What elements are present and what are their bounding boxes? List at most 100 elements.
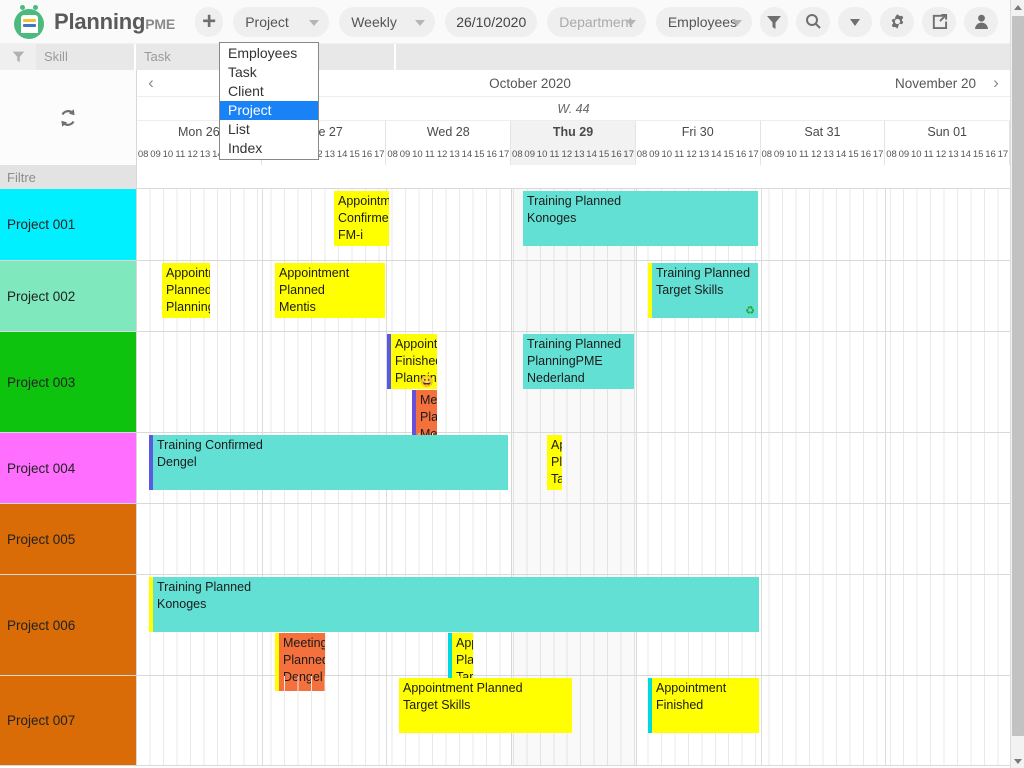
view-type-select[interactable]: Project: [233, 6, 330, 37]
row-label-2[interactable]: Project 003: [0, 332, 137, 432]
row-label-1[interactable]: Project 002: [0, 261, 137, 331]
add-button[interactable]: +: [195, 6, 224, 37]
scroll-down-arrow-icon[interactable]: [1011, 754, 1024, 768]
gear-icon: [891, 14, 903, 29]
event-text-line: Appointment: [395, 337, 437, 351]
event-text-line: Meeting: [283, 636, 325, 650]
event-text-line: Appointment: [551, 438, 562, 452]
event-text-line: Training Planned: [157, 580, 252, 594]
view-type-option-index[interactable]: Index: [220, 139, 318, 158]
department-select[interactable]: Department: [547, 6, 646, 37]
event-block[interactable]: Appointment Finished: [648, 678, 759, 733]
vertical-scrollbar[interactable]: [1010, 0, 1024, 768]
event-block[interactable]: Appointment Planned Mentis: [275, 263, 385, 318]
event-block[interactable]: Appointment Confirmed FM-i: [334, 191, 389, 246]
event-text-line: Nederland: [527, 371, 585, 385]
day-header-2[interactable]: Wed 28: [386, 121, 512, 143]
day-header-4[interactable]: Fri 30: [635, 121, 761, 143]
hour-cell: 12: [935, 148, 947, 160]
search-button[interactable]: [796, 6, 830, 37]
day-separator: [885, 433, 887, 503]
event-text-line: Planned: [279, 283, 325, 297]
day-header-3[interactable]: Thu 29: [511, 121, 636, 143]
prev-period-button[interactable]: ‹: [137, 70, 165, 97]
hour-cell: 13: [573, 148, 585, 160]
row-label-3[interactable]: Project 004: [0, 433, 137, 503]
skill-filter-placeholder: Skill: [44, 49, 68, 64]
event-block[interactable]: Training Planned Konoges: [523, 191, 758, 246]
event-block[interactable]: Appointment Planned Target Skills: [399, 678, 572, 733]
day-header-6[interactable]: Sun 01: [885, 121, 1011, 143]
day-header-5[interactable]: Sat 31: [760, 121, 886, 143]
view-type-dropdown[interactable]: Employees Task Client Project List Index: [219, 42, 319, 160]
week-number-label: W. 44: [557, 101, 590, 116]
row-track[interactable]: AppointmentPlannedPlanningCanada Appointm…: [137, 261, 1010, 331]
app-logo[interactable]: PlanningPME: [14, 4, 176, 39]
event-text-line: Appointment: [656, 681, 727, 695]
row-label-4[interactable]: Project 005: [0, 504, 137, 574]
row-track[interactable]: AppointmentFinishedPlanningCanada😀Meetin…: [137, 332, 1010, 448]
hour-cell: 13: [698, 148, 710, 160]
employees-select[interactable]: Employees: [655, 6, 752, 37]
hour-cell: 17: [623, 148, 634, 160]
refresh-panel[interactable]: [0, 70, 137, 165]
row-label-0[interactable]: Project 001: [0, 189, 137, 260]
day-separator: [760, 504, 762, 574]
settings-button[interactable]: [880, 6, 914, 37]
date-input[interactable]: 26/10/2020: [445, 6, 538, 37]
event-block[interactable]: AppointmentFinishedPlanningCanada😀: [387, 334, 437, 389]
row-track[interactable]: Training Confirmed Dengel Appointment Plann…: [137, 433, 1010, 503]
row-track[interactable]: Appointment Confirmed FM-i Training Planned…: [137, 189, 1010, 260]
event-text-line: Target Skills: [403, 698, 471, 712]
event-status-bar: [149, 577, 153, 632]
planning-row: Project 001 Appointment Confirmed FM-i Train…: [0, 189, 1010, 261]
date-value: 26/10/2020: [456, 13, 527, 30]
event-block[interactable]: Training Confirmed Dengel: [149, 435, 508, 490]
app-title-sub: PME: [145, 15, 176, 32]
hour-cell: 15: [848, 148, 859, 160]
hour-cell: 14: [586, 148, 597, 160]
more-menu-button[interactable]: [838, 6, 872, 37]
hour-cell: 16: [361, 148, 373, 160]
row-track[interactable]: [137, 504, 1010, 574]
event-block[interactable]: Appointment Planned Target Skills: [547, 435, 562, 490]
search-icon: [805, 14, 821, 29]
view-type-option-client[interactable]: Client: [220, 82, 318, 101]
event-block[interactable]: Training Planned Konoges: [149, 577, 759, 632]
event-block[interactable]: Training Planned Target Skills ♻: [648, 263, 758, 318]
hour-cell: 11: [549, 148, 560, 160]
event-block[interactable]: Training Planned PlanningPME Nederland: [523, 334, 634, 389]
hour-cell: 09: [399, 148, 411, 160]
chevron-down-icon: [309, 19, 320, 26]
planning-grid[interactable]: Project 001 Appointment Confirmed FM-i Train…: [0, 189, 1010, 768]
filter-bar-funnel-button[interactable]: [0, 43, 36, 70]
skill-filter-input[interactable]: Skill: [36, 43, 136, 70]
hour-cell: 14: [960, 148, 972, 160]
row-label-5[interactable]: Project 006: [0, 575, 137, 675]
hour-cell: 10: [661, 148, 673, 160]
filter-funnel-button[interactable]: [759, 6, 788, 37]
next-period-button[interactable]: ›: [982, 70, 1010, 97]
row-label-6[interactable]: Project 007: [0, 676, 137, 765]
view-type-option-employees[interactable]: Employees: [220, 44, 318, 63]
chevron-down-icon: [625, 19, 636, 26]
row-track[interactable]: Appointment Planned Target Skills Appointm…: [137, 676, 1010, 765]
event-text-line: Dengel: [157, 455, 197, 469]
hour-cell: 12: [686, 148, 697, 160]
export-button[interactable]: [922, 6, 956, 37]
row-track[interactable]: Training PlannedKonogesMeetingPlannedDen…: [137, 575, 1010, 691]
app-title-main: Planning: [54, 8, 146, 34]
view-type-option-list[interactable]: List: [220, 120, 318, 139]
event-text-line: Appointment Planned: [403, 681, 523, 695]
event-block[interactable]: Appointment Planned Planning Canada: [162, 263, 210, 318]
view-type-value: Project: [245, 13, 289, 30]
view-type-option-project[interactable]: Project: [220, 101, 318, 120]
scroll-up-arrow-icon[interactable]: [1011, 0, 1024, 14]
event-text-line: Appointment: [456, 636, 473, 650]
filtre-header-cell: Filtre: [0, 165, 137, 189]
period-select[interactable]: Weekly: [339, 6, 436, 37]
day-separator: [386, 504, 388, 574]
user-account-button[interactable]: [964, 6, 998, 37]
view-type-option-task[interactable]: Task: [220, 63, 318, 82]
scrollbar-thumb[interactable]: [1012, 16, 1024, 736]
